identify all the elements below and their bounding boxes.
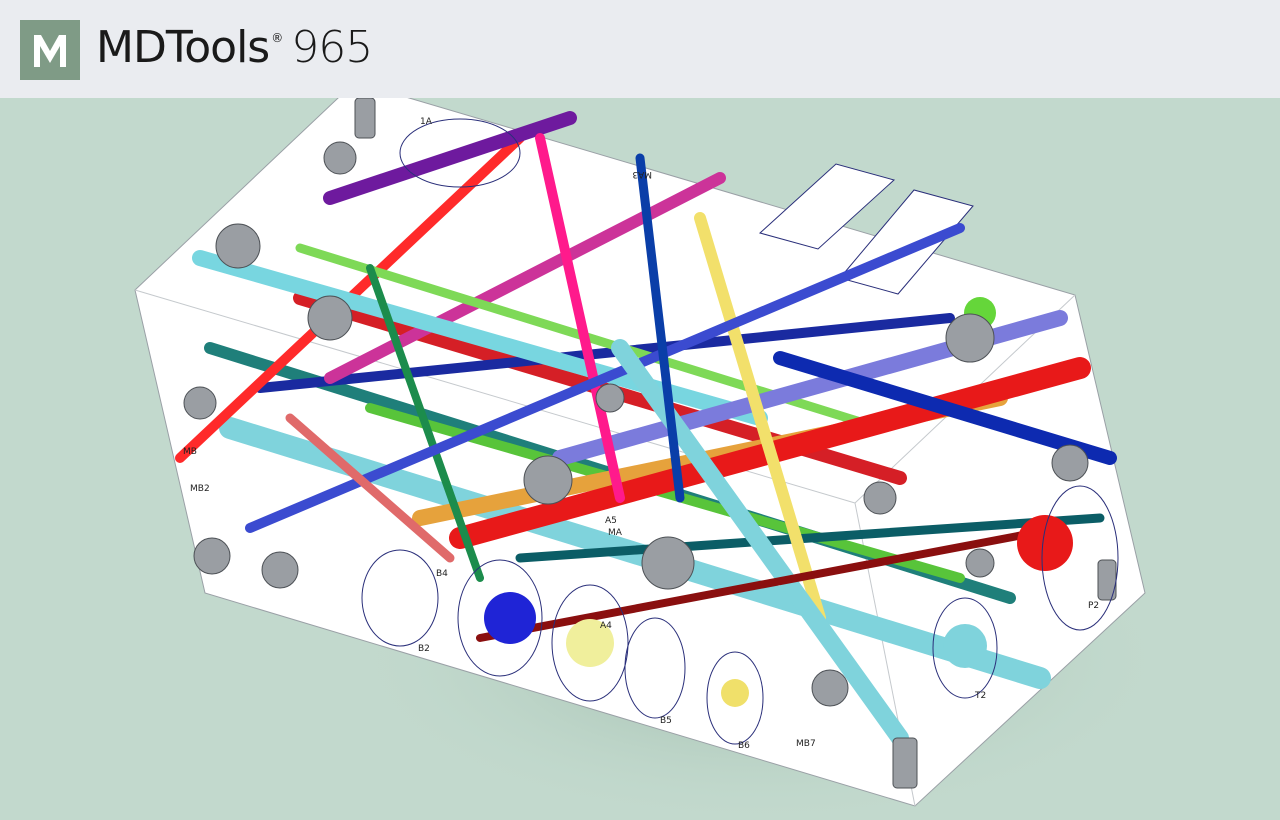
port-label-ma3: MA3 (632, 169, 652, 179)
port-label-a5: A5 (605, 516, 617, 526)
brand-name: MDTools (96, 22, 270, 73)
port-label-1a: 1A (420, 117, 433, 127)
model-viewport[interactable]: B2 B4 B5 B6 MB7 T2 P2 MB2 MB A4 A5 MA MA… (0, 98, 1280, 820)
product-version: 965 (291, 22, 373, 73)
port-label-p2: P2 (1088, 601, 1099, 611)
app-header: MDTools ® 965 (0, 0, 1280, 98)
port-label-b2: B2 (418, 644, 430, 654)
manifold-3d-render[interactable]: B2 B4 B5 B6 MB7 T2 P2 MB2 MB A4 A5 MA MA… (0, 98, 1280, 820)
logo-badge (20, 20, 80, 80)
port-label-t2: T2 (974, 691, 986, 701)
registered-mark: ® (271, 31, 284, 45)
port-label-mb2: MB2 (190, 484, 210, 494)
port-label-ma: MA (608, 528, 623, 538)
port-label-mb7: MB7 (796, 739, 816, 749)
port-label-mb: MB (183, 447, 197, 457)
logo-wordmark: MDTools ® 965 (96, 22, 373, 78)
logo-m-icon (34, 35, 66, 67)
port-label-b5: B5 (660, 716, 672, 726)
port-label-b4: B4 (436, 569, 448, 579)
port-label-b6: B6 (738, 741, 750, 751)
port-label-a4: A4 (600, 621, 612, 631)
